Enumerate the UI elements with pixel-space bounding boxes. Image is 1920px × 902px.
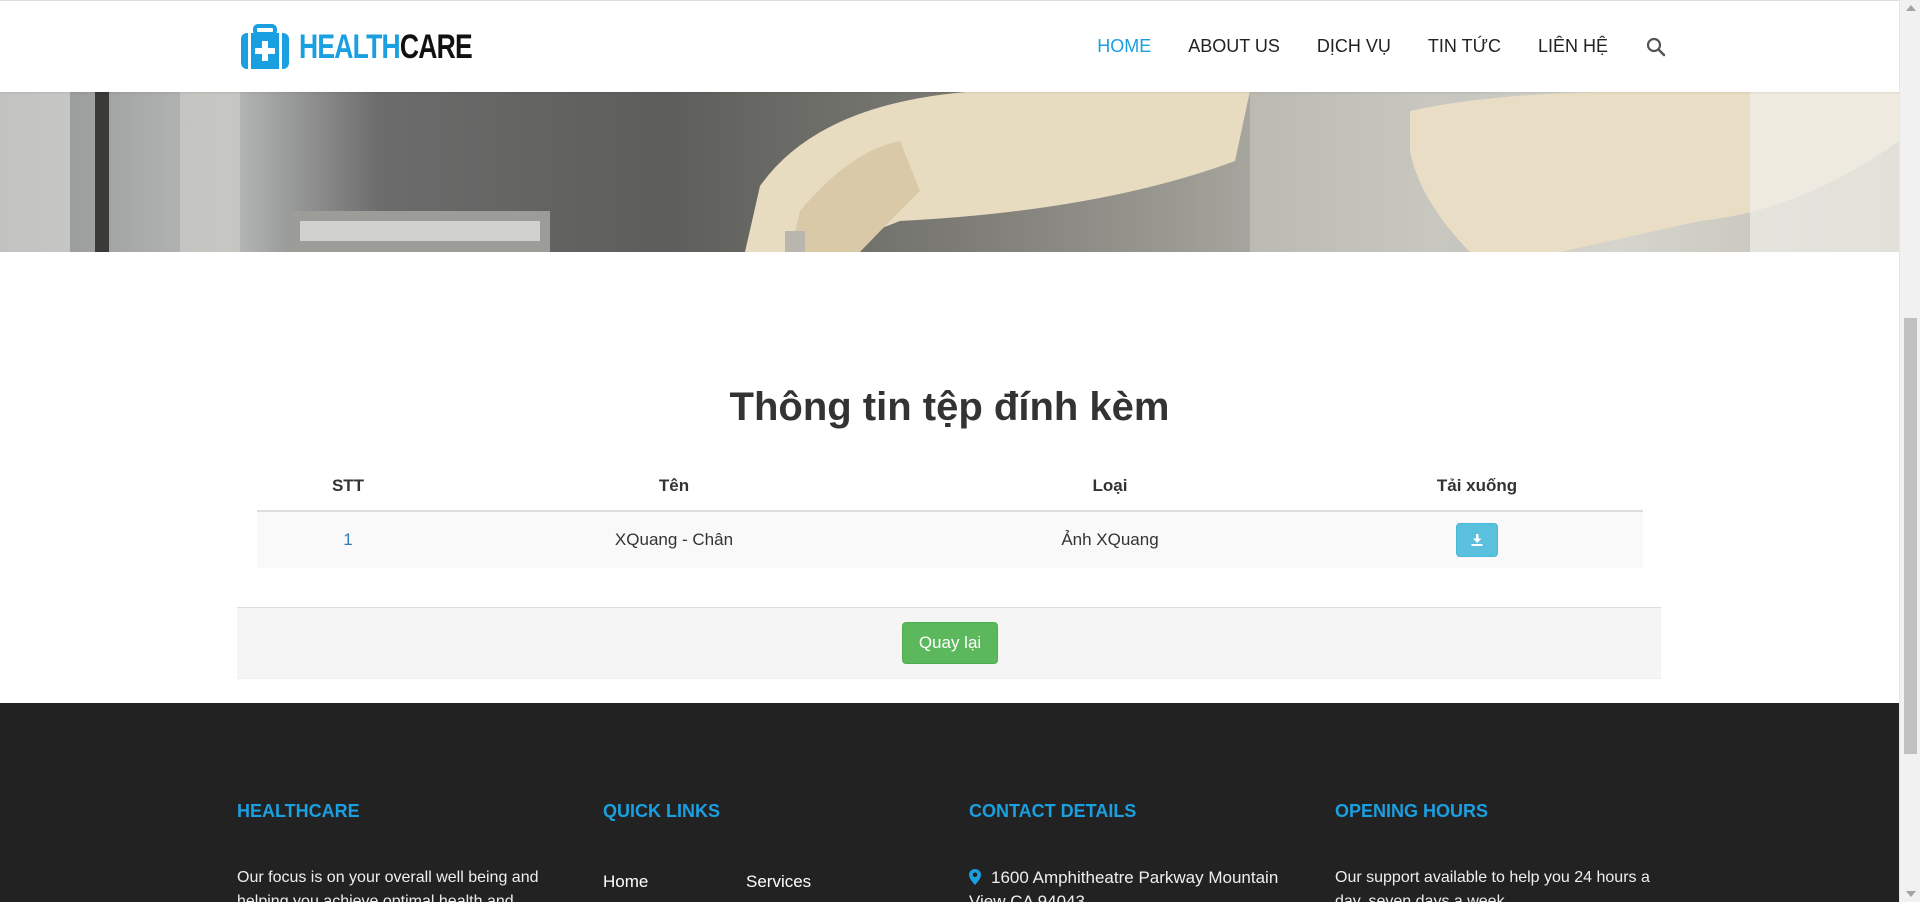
- footer-links: Home Services: [603, 866, 943, 892]
- brand-name-part1: HEALTH: [299, 27, 401, 66]
- main-nav: HOME ABOUT US DỊCH VỤ TIN TỨC LIÊN HỆ: [1060, 1, 1666, 92]
- footer-link-services[interactable]: Services: [746, 872, 889, 892]
- column-header-name: Tên: [439, 462, 909, 512]
- brand-name: HEALTH CARE: [299, 27, 473, 67]
- footer-col-quick-links: QUICK LINKS Home Services: [603, 801, 943, 892]
- footer-col-contact: CONTACT DETAILS 1600 Amphitheatre Parkwa…: [969, 801, 1309, 902]
- nav-home[interactable]: HOME: [1097, 36, 1151, 57]
- brand-name-part2: CARE: [399, 27, 473, 66]
- nav-contact[interactable]: LIÊN HỆ: [1538, 36, 1608, 57]
- column-header-download: Tải xuống: [1311, 462, 1643, 512]
- table-header-row: STT Tên Loại Tải xuống: [257, 462, 1643, 512]
- footer-heading-healthcare: HEALTHCARE: [237, 801, 360, 821]
- gloved-hands-illustration: [0, 91, 1899, 252]
- map-marker-icon: [969, 869, 981, 885]
- footer-about-text: Our focus is on your overall well being …: [237, 869, 539, 902]
- column-header-stt: STT: [257, 462, 439, 512]
- nav-services[interactable]: DỊCH VỤ: [1317, 36, 1391, 57]
- footer-link-home[interactable]: Home: [603, 872, 746, 892]
- row-download-cell: [1311, 510, 1643, 568]
- row-name: XQuang - Chân: [439, 510, 909, 568]
- footer-address: 1600 Amphitheatre Parkway Mountain View …: [969, 866, 1309, 902]
- page-scrollbar[interactable]: [1899, 0, 1920, 902]
- action-bar: Quay lại: [237, 607, 1661, 679]
- footer-col-hours: OPENING HOURS Our support available to h…: [1335, 801, 1675, 902]
- medical-kit-icon: [241, 24, 289, 69]
- page-title: Thông tin tệp đính kèm: [729, 385, 1170, 429]
- footer-heading-contact: CONTACT DETAILS: [969, 801, 1137, 821]
- footer-heading-opening-hours: OPENING HOURS: [1335, 801, 1489, 821]
- scrollbar-thumb[interactable]: [1904, 318, 1917, 754]
- row-type: Ảnh XQuang: [909, 510, 1311, 568]
- footer-heading-quick-links: QUICK LINKS: [603, 801, 720, 821]
- nav-about-us[interactable]: ABOUT US: [1188, 36, 1280, 57]
- site-footer: HEALTHCARE Our focus is on your overall …: [0, 703, 1899, 902]
- footer-col-about: HEALTHCARE Our focus is on your overall …: [237, 801, 577, 902]
- site-header: HEALTH CARE HOME ABOUT US DỊCH VỤ TIN TỨC…: [0, 0, 1899, 92]
- site-logo[interactable]: HEALTH CARE: [240, 23, 521, 71]
- table-row: 1 XQuang - Chân Ảnh XQuang: [257, 510, 1643, 568]
- back-button[interactable]: Quay lại: [902, 622, 998, 664]
- search-icon[interactable]: [1646, 37, 1666, 57]
- scroll-down-arrow-icon[interactable]: [1906, 891, 1916, 897]
- download-icon: [1471, 534, 1483, 546]
- nav-news[interactable]: TIN TỨC: [1428, 36, 1501, 57]
- column-header-type: Loại: [909, 462, 1311, 512]
- download-button[interactable]: [1456, 523, 1498, 557]
- scroll-up-arrow-icon[interactable]: [1906, 5, 1916, 11]
- footer-hours-text: Our support available to help you 24 hou…: [1335, 869, 1650, 902]
- footer-address-text: 1600 Amphitheatre Parkway Mountain View …: [969, 868, 1279, 902]
- hero-banner-image: [0, 91, 1899, 252]
- page-viewport: HEALTH CARE HOME ABOUT US DỊCH VỤ TIN TỨC…: [0, 0, 1899, 902]
- attachments-table: STT Tên Loại Tải xuống 1 XQuang - Chân Ả…: [257, 462, 1643, 568]
- row-stt: 1: [257, 510, 439, 568]
